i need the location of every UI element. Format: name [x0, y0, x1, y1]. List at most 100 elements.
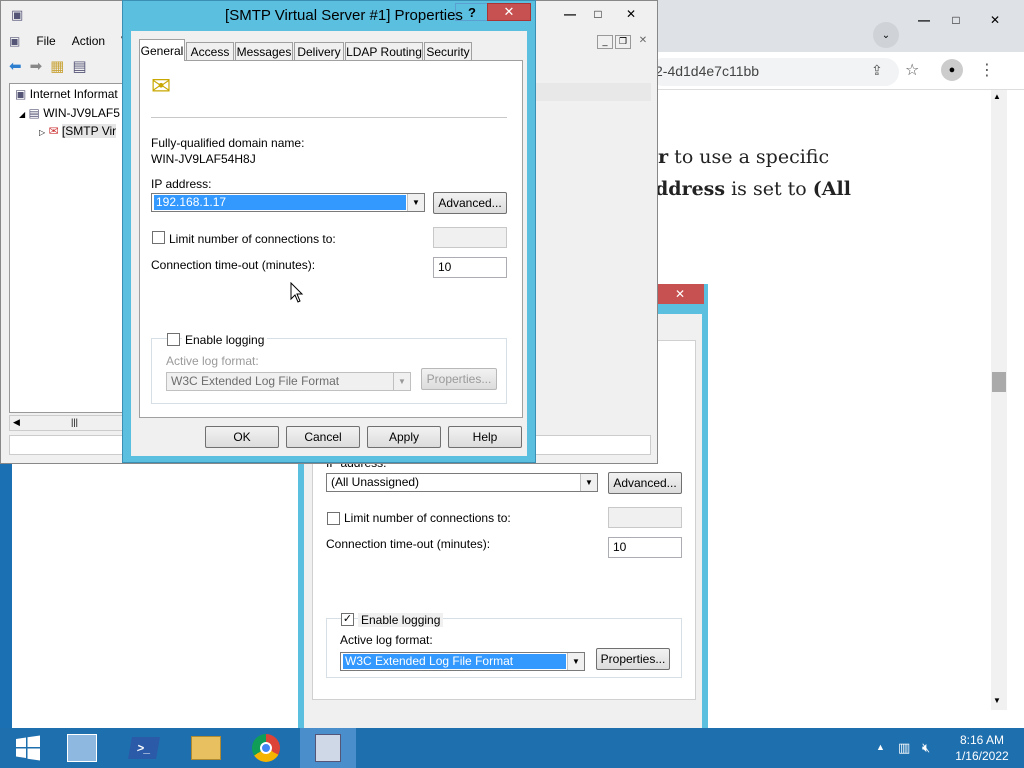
iis-right-pane — [535, 83, 651, 101]
address-bar[interactable]: 2-4d1d4e7c11bb — [649, 58, 899, 86]
url-text: 2-4d1d4e7c11bb — [655, 63, 760, 79]
iis-manager-taskbar-icon[interactable] — [300, 728, 356, 768]
iis-close-button[interactable]: ✕ — [613, 5, 649, 23]
tab-delivery[interactable]: Delivery — [294, 42, 344, 61]
limit-connections-checkbox[interactable] — [152, 231, 165, 244]
iis-app-icon: ▣ — [11, 7, 24, 22]
tree-item-root[interactable]: ▣ Internet Informat — [15, 87, 118, 101]
log-format-combo[interactable]: W3C Extended Log File Format ▼ — [166, 372, 411, 391]
server-manager-taskbar-icon[interactable] — [54, 728, 110, 768]
back-arrow-icon[interactable]: ⬅ — [9, 57, 22, 75]
back-properties-button[interactable]: Properties... — [596, 648, 670, 670]
apply-button[interactable]: Apply — [367, 426, 441, 448]
iis-hscrollbar[interactable] — [9, 415, 125, 431]
bookmark-star-icon[interactable]: ☆ — [905, 60, 919, 80]
timeout-field[interactable]: 10 — [433, 257, 507, 278]
tab-ldap-routing[interactable]: LDAP Routing — [345, 42, 423, 61]
help-button[interactable]: Help — [448, 426, 522, 448]
menu-kebab-icon[interactable]: ⋮ — [979, 60, 995, 80]
advanced-button[interactable]: Advanced... — [433, 192, 507, 214]
tab-security[interactable]: Security — [424, 42, 472, 61]
file-explorer-taskbar-icon[interactable] — [178, 728, 234, 768]
browser-tab-search-button[interactable]: ⌄ — [873, 22, 899, 48]
build-watermark: Build 9600 — [950, 710, 1017, 726]
iis-inner-restore[interactable]: ❐ — [615, 35, 631, 49]
iis-minimize-button[interactable]: — — [557, 5, 583, 23]
tab-general[interactable]: General — [139, 39, 185, 61]
back-limit-label: Limit number of connections to: — [344, 511, 511, 525]
iis-menubar: ▣ File Action V — [9, 34, 129, 48]
back-dialog-close-button[interactable]: ✕ — [656, 284, 704, 304]
back-advanced-button[interactable]: Advanced... — [608, 472, 682, 494]
back-log-format-combo[interactable]: W3C Extended Log File Format ▼ — [340, 652, 585, 671]
ok-button[interactable]: OK — [205, 426, 279, 448]
chevron-down-icon[interactable]: ▼ — [393, 373, 410, 390]
menu-action[interactable]: Action — [72, 34, 105, 48]
tree-item-smtp[interactable]: ▷ ✉ [SMTP Vir — [39, 124, 117, 138]
menu-file[interactable]: File — [36, 34, 55, 48]
back-enable-logging-checkbox[interactable]: ✓ — [341, 613, 354, 626]
iis-inner-min[interactable]: _ — [597, 35, 613, 49]
enable-logging-label: Enable logging — [182, 333, 268, 347]
clock-time: 8:16 AM — [959, 733, 1005, 747]
network-icon[interactable]: ▥ — [898, 740, 910, 756]
windows-logo-icon — [16, 735, 40, 761]
iis-menu-icon: ▣ — [9, 34, 21, 48]
fqdn-label: Fully-qualified domain name: — [151, 136, 305, 150]
ip-address-combo[interactable]: 192.168.1.17 ▼ — [151, 193, 425, 212]
browser-scrollbar[interactable] — [991, 90, 1007, 710]
logging-properties-button[interactable]: Properties... — [421, 368, 497, 390]
server-icon: ▤ — [28, 106, 40, 120]
dialog-close-button[interactable]: ✕ — [487, 3, 531, 21]
mouse-cursor-icon — [290, 281, 304, 307]
separator-line — [151, 117, 507, 118]
cancel-button[interactable]: Cancel — [286, 426, 360, 448]
smtp-envelope-icon: ✉ — [151, 73, 172, 100]
clock-date: 1/16/2022 — [955, 749, 1009, 763]
back-ip-combo[interactable]: (All Unassigned) ▼ — [326, 473, 598, 492]
tray-expand-icon[interactable]: ▲ — [876, 742, 885, 752]
start-button[interactable] — [0, 728, 56, 768]
chrome-taskbar-icon[interactable] — [238, 728, 294, 768]
limit-connections-field[interactable] — [433, 227, 507, 248]
scroll-left-arrow[interactable]: ◀ — [13, 417, 20, 428]
hscroll-thumb-icon[interactable]: ||| — [71, 417, 78, 427]
ip-address-label: IP address: — [151, 177, 212, 191]
iis-inner-close[interactable]: ✕ — [635, 35, 651, 49]
collapse-triangle-icon[interactable]: ▷ — [39, 128, 45, 137]
up-folder-icon[interactable]: ▦ — [50, 57, 64, 75]
scroll-down-arrow[interactable]: ▼ — [993, 696, 1001, 705]
chevron-down-icon[interactable]: ▼ — [407, 194, 424, 211]
desktop-side-text-2: d — [1010, 688, 1018, 704]
chevron-down-icon[interactable]: ▼ — [580, 474, 597, 491]
browser-maximize-button[interactable]: □ — [941, 8, 971, 32]
timeout-label: Connection time-out (minutes): — [151, 258, 316, 272]
clock[interactable]: 8:16 AM 1/16/2022 — [948, 732, 1016, 764]
article-line-2: ddress is set to (All — [655, 178, 851, 200]
powershell-taskbar-icon[interactable]: >_ — [116, 728, 172, 768]
desktop-side-text-1: n — [1010, 666, 1018, 682]
browser-close-button[interactable]: ✕ — [973, 8, 1017, 32]
show-hide-tree-icon[interactable]: ▤ — [72, 57, 86, 75]
back-limit-field[interactable] — [608, 507, 682, 528]
background-window-area — [12, 462, 312, 728]
share-icon[interactable]: ⇪ — [871, 62, 883, 79]
back-limit-checkbox[interactable] — [327, 512, 340, 525]
profile-avatar-icon[interactable]: ● — [941, 59, 963, 81]
log-format-label: Active log format: — [166, 354, 259, 368]
iis-maximize-button[interactable]: □ — [585, 5, 611, 23]
enable-logging-checkbox[interactable] — [167, 333, 180, 346]
volume-muted-icon[interactable]: 🔇︎ — [922, 740, 930, 756]
tab-messages[interactable]: Messages — [235, 42, 293, 61]
back-enable-logging-label: Enable logging — [358, 613, 444, 627]
tree-item-server[interactable]: ◢ ▤ WIN-JV9LAF5 — [19, 106, 120, 120]
browser-minimize-button[interactable]: — — [909, 8, 939, 32]
expand-triangle-icon[interactable]: ◢ — [19, 110, 25, 119]
forward-arrow-icon[interactable]: ➡ — [30, 57, 43, 75]
scroll-up-arrow[interactable]: ▲ — [993, 92, 1001, 101]
back-timeout-field[interactable]: 10 — [608, 537, 682, 558]
scrollbar-thumb[interactable] — [992, 372, 1006, 392]
tab-access[interactable]: Access — [186, 42, 234, 61]
help-title-button[interactable]: ? — [455, 3, 489, 21]
chevron-down-icon[interactable]: ▼ — [567, 653, 584, 670]
